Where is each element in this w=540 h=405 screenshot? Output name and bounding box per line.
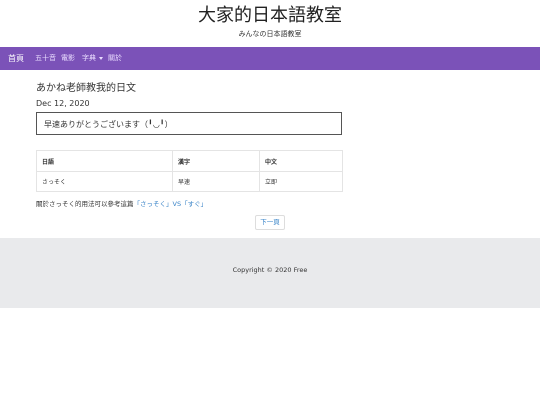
next-page-button[interactable]: 下一頁 — [255, 215, 285, 230]
reference-note-text: 關於さっそく的用法可以參考這篇 — [36, 200, 134, 208]
column-header-kanji: 漢字 — [172, 150, 260, 172]
nav-item-kana[interactable]: 五十音 — [35, 47, 56, 70]
site-title[interactable]: 大家的日本語教室 — [0, 5, 540, 27]
nav-item-dictionary-label: 字典 — [82, 54, 96, 62]
cell-japanese: さっそく — [36, 171, 173, 192]
quote-box: 早速ありがとうございます（╹◡╹） — [36, 112, 342, 135]
post-date: Dec 12, 2020 — [36, 99, 90, 108]
main-navbar: 首頁 五十音 電影 字典 關於 — [0, 47, 540, 70]
cell-kanji: 早速 — [172, 171, 260, 192]
post-title: あかね老師教我的日文 — [36, 83, 136, 94]
column-header-chinese: 中文 — [259, 150, 343, 172]
site-subtitle: みんなの日本語教室 — [238, 30, 302, 38]
cell-chinese: 立即 — [259, 171, 343, 192]
copyright-text: Copyright © 2020 Free — [232, 266, 308, 274]
nav-item-home[interactable]: 首頁 — [8, 47, 24, 70]
vocab-table: 日語 漢字 中文 さっそく 早速 立即 — [36, 150, 343, 192]
site-footer: Copyright © 2020 Free — [0, 238, 540, 308]
nav-item-movies[interactable]: 電影 — [61, 47, 75, 70]
reference-link[interactable]: 「さっそく」VS「すぐ」 — [134, 200, 208, 208]
nav-item-about[interactable]: 關於 — [108, 47, 122, 70]
table-row: さっそく 早速 立即 — [36, 171, 343, 192]
reference-note: 關於さっそく的用法可以參考這篇「さっそく」VS「すぐ」 — [36, 198, 207, 208]
site-header: 大家的日本語教室 みんなの日本語教室 — [0, 0, 540, 47]
nav-item-dictionary[interactable]: 字典 — [82, 47, 103, 70]
chevron-down-icon — [99, 56, 103, 60]
quote-text: 早速ありがとうございます（╹◡╹） — [44, 120, 173, 129]
table-header-row: 日語 漢字 中文 — [36, 150, 343, 172]
column-header-japanese: 日語 — [36, 150, 173, 172]
